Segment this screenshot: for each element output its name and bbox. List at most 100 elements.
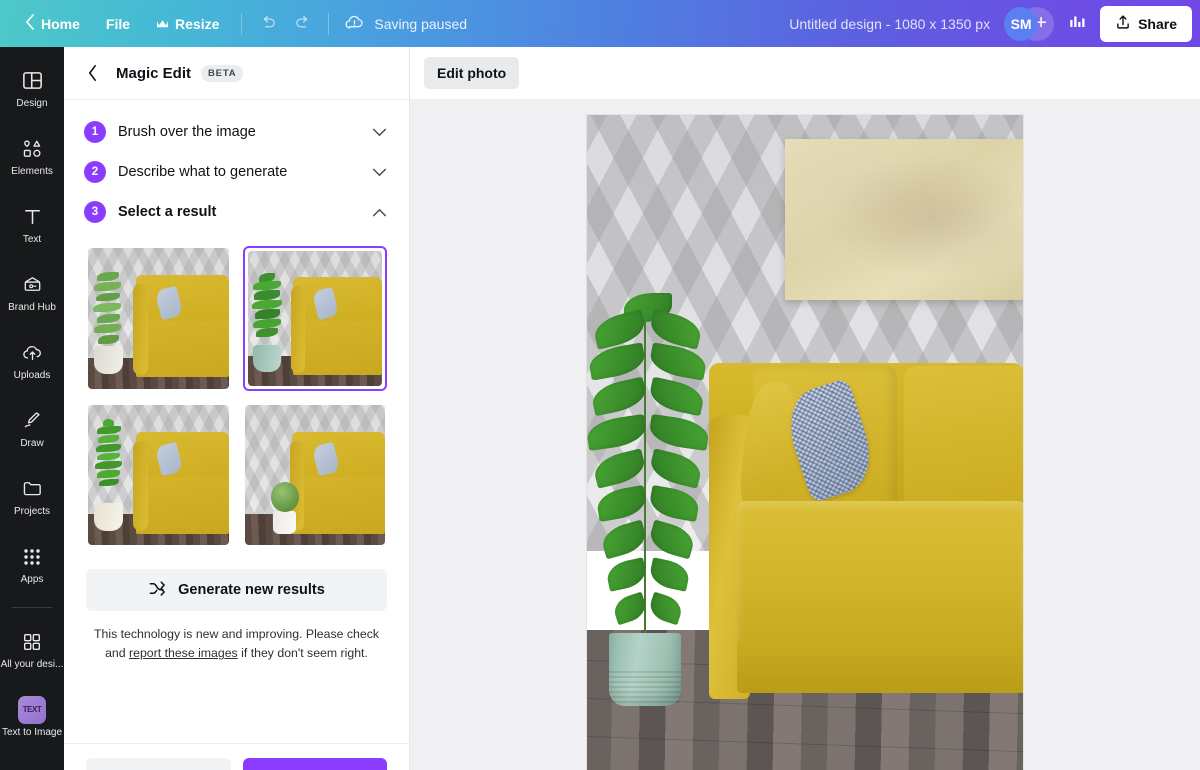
sidebar-item-text-to-image[interactable]: TEXT Text to Image (2, 686, 62, 748)
step-label: Describe what to generate (118, 164, 288, 180)
top-bar: Home File Resize Saving paused Untitled … (0, 0, 1200, 47)
result-thumbnails (64, 232, 409, 547)
panel-title: Magic Edit (116, 64, 192, 82)
editor-body: Design Elements Text Brand Hub Uploads D… (0, 47, 1200, 770)
share-button[interactable]: Share (1100, 5, 1192, 42)
cloud-upload-icon (21, 340, 44, 366)
saving-label: Saving paused (374, 15, 468, 32)
sidebar-item-text[interactable]: Text (2, 193, 62, 255)
crown-icon (156, 16, 169, 32)
generate-new-results-button[interactable]: Generate new results (86, 569, 387, 611)
home-button[interactable]: Home (12, 8, 93, 40)
workspace[interactable] (410, 100, 1200, 770)
canva-editor: Home File Resize Saving paused Untitled … (0, 0, 1200, 770)
potted-plant (587, 293, 711, 650)
folder-icon (21, 476, 44, 502)
result-image (247, 251, 382, 386)
result-image (88, 248, 229, 389)
step-label: Select a result (118, 204, 217, 220)
upload-icon (1115, 14, 1131, 33)
chevron-down-icon (372, 128, 387, 137)
redo-icon (293, 12, 312, 36)
shuffle-icon (148, 579, 167, 602)
grid-dots-icon (22, 544, 42, 570)
rail-divider (12, 607, 52, 608)
squares-icon (21, 629, 43, 655)
cloud-alert-icon (344, 12, 365, 36)
saving-status[interactable]: Saving paused (338, 12, 473, 36)
edit-photo-button[interactable]: Edit photo (424, 57, 520, 89)
panel-primary-button[interactable] (242, 758, 387, 770)
sidebar-label: Text to Image (1, 726, 63, 738)
panel-back-button[interactable] (78, 59, 106, 87)
text-t-icon (21, 204, 44, 230)
ceramic-pot (608, 633, 681, 706)
resize-label: Resize (175, 15, 220, 32)
sidebar-label: Projects (13, 505, 51, 517)
sidebar-label: Draw (20, 437, 44, 449)
magic-edit-panel: Magic Edit BETA 1 Brush over the image 2… (64, 47, 410, 770)
result-thumbnail-4[interactable] (242, 402, 387, 547)
design-page[interactable] (587, 115, 1023, 770)
panel-header: Magic Edit BETA (64, 47, 409, 100)
panel-footer (64, 743, 409, 770)
step-describe-generate[interactable]: 2 Describe what to generate (64, 152, 409, 192)
sidebar-label: Text (22, 233, 42, 245)
toolbar-divider-1 (241, 12, 243, 35)
disclaimer-text: This technology is new and improving. Pl… (64, 611, 409, 664)
step-brush-over-image[interactable]: 1 Brush over the image (64, 112, 409, 152)
result-thumbnail-2[interactable] (242, 246, 387, 391)
file-label: File (105, 15, 131, 32)
panel-body: 1 Brush over the image 2 Describe what t… (64, 100, 409, 770)
sidebar-item-elements[interactable]: Elements (2, 125, 62, 187)
top-bar-left: Home File Resize Saving paused (12, 7, 473, 41)
document-title[interactable]: Untitled design - 1080 x 1350 px (775, 16, 1004, 32)
panel-secondary-button[interactable] (86, 758, 231, 770)
disclaimer-post: if they don't seem right. (237, 646, 368, 661)
resize-button[interactable]: Resize (143, 8, 232, 40)
report-images-link[interactable]: report these images (129, 646, 238, 660)
step-select-result[interactable]: 3 Select a result (64, 192, 409, 232)
left-rail: Design Elements Text Brand Hub Uploads D… (0, 47, 64, 770)
canvas-area: Edit photo (410, 47, 1200, 770)
step-number: 2 (84, 161, 106, 183)
chevron-left-icon (25, 14, 35, 33)
sidebar-item-design[interactable]: Design (2, 57, 62, 119)
sidebar-label: Brand Hub (8, 301, 56, 313)
sidebar-item-apps[interactable]: Apps (2, 533, 62, 595)
sidebar-label: Apps (20, 573, 44, 585)
sidebar-item-all-your-designs[interactable]: All your desi... (0, 618, 64, 680)
sidebar-item-brand-hub[interactable]: Brand Hub (2, 261, 62, 323)
sidebar-label: Design (16, 97, 48, 109)
sidebar-item-draw[interactable]: Draw (2, 397, 62, 459)
sidebar-label: All your desi... (0, 658, 64, 670)
undo-icon (259, 12, 278, 36)
result-thumbnail-3[interactable] (86, 402, 231, 547)
text-to-image-icon: TEXT (18, 695, 46, 724)
undo-button[interactable] (251, 7, 285, 41)
beta-badge: BETA (201, 64, 244, 82)
sidebar-item-uploads[interactable]: Uploads (2, 329, 62, 391)
step-label: Brush over the image (118, 124, 256, 140)
sidebar-label: Uploads (13, 369, 51, 381)
wall-artwork[interactable] (785, 138, 1023, 301)
chevron-up-icon (372, 208, 387, 217)
pen-draw-icon (21, 408, 44, 434)
yellow-sofa (709, 362, 1023, 700)
avatar[interactable]: SM (1004, 6, 1039, 41)
redo-button[interactable] (285, 7, 319, 41)
top-bar-right: Untitled design - 1080 x 1350 px + SM Sh… (775, 5, 1192, 42)
result-thumbnail-1[interactable] (86, 246, 231, 391)
insights-button[interactable] (1060, 7, 1094, 41)
bar-chart-icon (1067, 11, 1087, 36)
share-label: Share (1138, 15, 1177, 32)
step-number: 1 (84, 121, 106, 143)
home-label: Home (41, 15, 80, 32)
result-image (244, 404, 385, 545)
layout-panels-icon (21, 68, 44, 94)
generate-label: Generate new results (178, 582, 325, 598)
file-menu-button[interactable]: File (93, 8, 143, 40)
brand-hub-icon (21, 272, 44, 298)
result-image (88, 404, 229, 545)
sidebar-item-projects[interactable]: Projects (2, 465, 62, 527)
